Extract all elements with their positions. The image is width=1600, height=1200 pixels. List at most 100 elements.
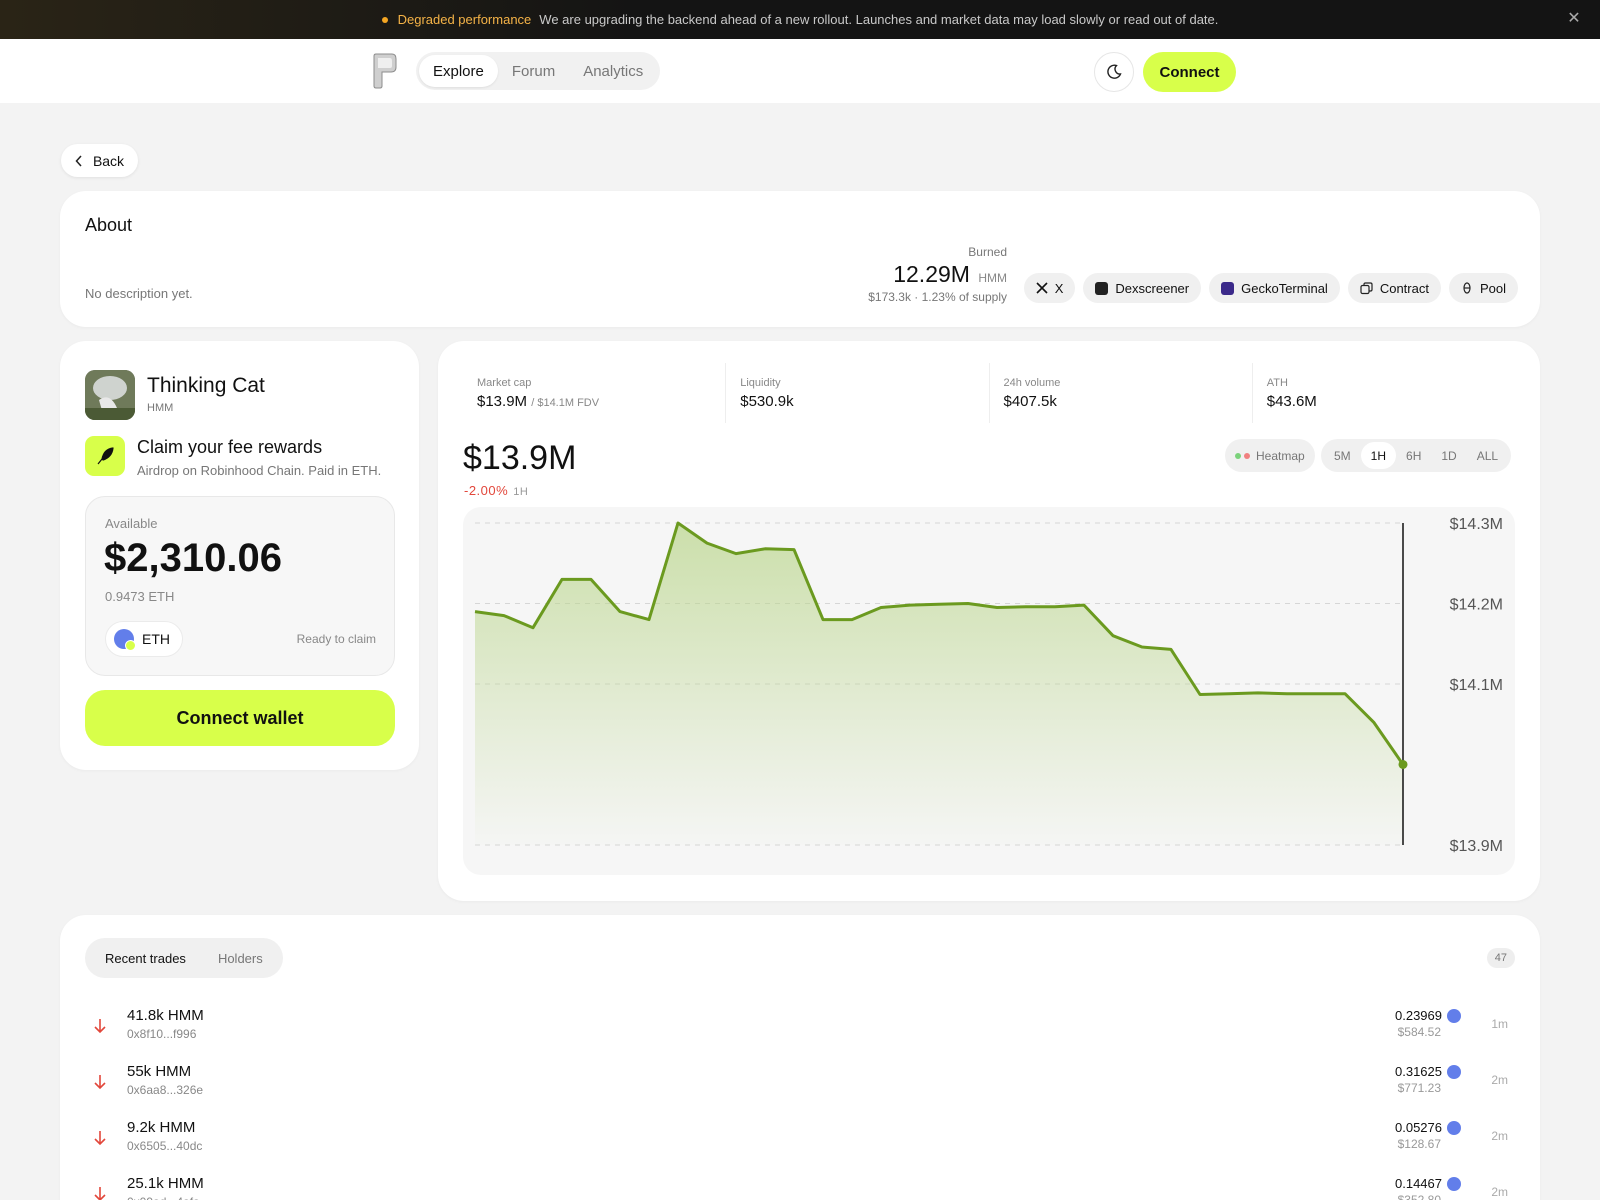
ready-label: Ready to claim xyxy=(296,632,376,646)
market-card: Market cap $13.9M / $14.1M FDV Liquidity… xyxy=(438,341,1540,901)
arrow-down-icon xyxy=(94,1131,106,1146)
timeframe-1d[interactable]: 1D xyxy=(1431,442,1466,469)
close-icon[interactable]: ✕ xyxy=(1564,9,1584,29)
theme-toggle-button[interactable] xyxy=(1094,52,1134,92)
heatmap-toggle[interactable]: Heatmap xyxy=(1225,439,1315,472)
trade-amount: 41.8k HMM xyxy=(127,1007,204,1024)
burned-sub: $173.3k · 1.23% of supply xyxy=(868,290,1007,304)
asset-pill: ETH xyxy=(105,621,183,657)
timeframe-all[interactable]: ALL xyxy=(1467,442,1508,469)
token-name: Thinking Cat xyxy=(147,374,265,397)
eth-icon xyxy=(1447,1120,1461,1135)
stat-market-cap: Market cap $13.9M / $14.1M FDV xyxy=(463,363,727,423)
trade-eth: 0.31625 xyxy=(1395,1064,1461,1079)
price-chart[interactable]: $14.3M $14.2M $14.1M $13.9M xyxy=(463,507,1515,875)
trade-address[interactable]: 0x09ad...4afa xyxy=(127,1195,200,1200)
trades-card: Recent trades Holders 47 41.8k HMM 0x8f10… xyxy=(60,915,1540,1200)
eth-icon xyxy=(1447,1176,1461,1191)
link-dexscreener[interactable]: Dexscreener xyxy=(1083,273,1202,303)
status-banner: Degraded performance We are upgrading th… xyxy=(0,0,1600,39)
price-area xyxy=(475,523,1403,845)
table-row[interactable]: 25.1k HMM 0x09ad...4afa 0.14467 $352.80 2m xyxy=(85,1169,1515,1200)
table-row[interactable]: 9.2k HMM 0x6505...40dc 0.05276 $128.67 2m xyxy=(85,1113,1515,1163)
claim-title: Claim your fee rewards xyxy=(137,437,323,457)
y-tick-label: $14.1M xyxy=(1450,677,1503,694)
about-title: About xyxy=(85,215,133,235)
last-price-point xyxy=(1398,760,1408,769)
timeframe-6h[interactable]: 6H xyxy=(1396,442,1431,469)
banner-title: Degraded performance xyxy=(397,12,532,27)
nav-tab-forum[interactable]: Forum xyxy=(498,55,569,87)
geckoterminal-icon xyxy=(1221,281,1235,295)
trade-time: 2m xyxy=(1491,1073,1508,1087)
fdv-value: / $14.1M FDV xyxy=(531,397,600,409)
trade-address[interactable]: 0x8f10...f996 xyxy=(127,1027,196,1041)
dexscreener-icon xyxy=(1095,281,1109,295)
top-navbar: Explore Forum Analytics Connect xyxy=(0,39,1600,103)
eth-icon xyxy=(114,629,136,651)
available-rewards-box: Available $2,310.06 0.9473 ETH ETH Ready… xyxy=(85,496,395,676)
stat-volume: 24h volume $407.5k xyxy=(990,363,1253,423)
arrow-down-icon xyxy=(94,1187,106,1200)
tab-recent-trades[interactable]: Recent trades xyxy=(89,942,202,974)
trade-usd: $584.52 xyxy=(1397,1025,1441,1039)
back-button[interactable]: Back xyxy=(61,144,138,177)
link-geckoterminal[interactable]: GeckoTerminal xyxy=(1209,273,1340,303)
pool-icon xyxy=(1463,282,1471,294)
available-label: Available xyxy=(105,516,158,531)
trades-count-badge: 47 xyxy=(1486,948,1515,968)
connect-wallet-button[interactable]: Connect wallet xyxy=(85,690,395,746)
timeframe-selector: 5M 1H 6H 1D ALL xyxy=(1321,439,1512,472)
y-tick-label: $13.9M xyxy=(1450,838,1503,855)
trade-usd: $128.67 xyxy=(1397,1137,1441,1151)
trade-eth: 0.23969 xyxy=(1395,1008,1461,1023)
table-row[interactable]: 55k HMM 0x6aa8...326e 0.31625 $771.23 2m xyxy=(85,1057,1515,1107)
y-tick-label: $14.3M xyxy=(1450,516,1503,533)
eth-icon xyxy=(1447,1064,1461,1079)
logo-icon[interactable] xyxy=(370,53,398,89)
arrow-down-icon xyxy=(94,1019,106,1034)
trade-time: 2m xyxy=(1491,1185,1508,1199)
x-logo-icon xyxy=(1036,282,1048,294)
trade-usd: $771.23 xyxy=(1397,1081,1441,1095)
tab-holders[interactable]: Holders xyxy=(202,942,279,974)
trade-eth: 0.14467 xyxy=(1395,1176,1461,1191)
connect-button[interactable]: Connect xyxy=(1143,52,1236,92)
stat-ath: ATH $43.6M xyxy=(1266,377,1317,410)
link-pool[interactable]: Pool xyxy=(1448,273,1518,303)
nav-tab-analytics[interactable]: Analytics xyxy=(569,55,657,87)
burned-label: Burned xyxy=(968,245,1007,259)
timeframe-1h[interactable]: 1H xyxy=(1360,442,1397,469)
heatmap-green-dot-icon xyxy=(1235,452,1241,459)
token-avatar xyxy=(85,370,135,420)
burned-unit: HMM xyxy=(978,271,1007,285)
price-chart-svg: $14.3M $14.2M $14.1M $13.9M xyxy=(474,516,1503,855)
price-change: -2.00% 1H xyxy=(464,483,529,498)
main-nav-tabs: Explore Forum Analytics xyxy=(416,52,661,90)
stat-liquidity: Liquidity $530.9k xyxy=(726,363,990,423)
banner-message: We are upgrading the backend ahead of a … xyxy=(539,12,1219,27)
change-period: 1H xyxy=(513,486,529,498)
trade-eth: 0.05276 xyxy=(1395,1120,1461,1135)
timeframe-5m[interactable]: 5M xyxy=(1324,442,1361,469)
current-price: $13.9M xyxy=(463,439,577,477)
about-card: About No description yet. Burned 12.29M … xyxy=(60,191,1540,327)
trades-tabs: Recent trades Holders xyxy=(85,938,283,978)
copy-icon xyxy=(1360,281,1373,294)
y-tick-label: $14.2M xyxy=(1450,597,1503,614)
trade-address[interactable]: 0x6aa8...326e xyxy=(127,1083,203,1097)
nav-tab-explore[interactable]: Explore xyxy=(419,55,498,87)
about-description: No description yet. xyxy=(85,286,193,301)
available-value: $2,310.06 xyxy=(104,536,282,580)
feather-icon xyxy=(85,436,125,476)
external-links: X Dexscreener GeckoTerminal Contract Poo… xyxy=(1023,273,1518,303)
trade-address[interactable]: 0x6505...40dc xyxy=(127,1139,202,1153)
cat-image-icon xyxy=(85,370,135,420)
table-row[interactable]: 41.8k HMM 0x8f10...f996 0.23969 $584.52 1m xyxy=(85,1001,1515,1051)
asset-label: ETH xyxy=(142,631,170,647)
link-contract[interactable]: Contract xyxy=(1347,273,1441,303)
chevron-left-icon xyxy=(75,154,82,167)
link-x[interactable]: X xyxy=(1023,273,1076,303)
trade-amount: 9.2k HMM xyxy=(127,1119,196,1136)
market-stats: Market cap $13.9M / $14.1M FDV Liquidity… xyxy=(463,363,1515,423)
